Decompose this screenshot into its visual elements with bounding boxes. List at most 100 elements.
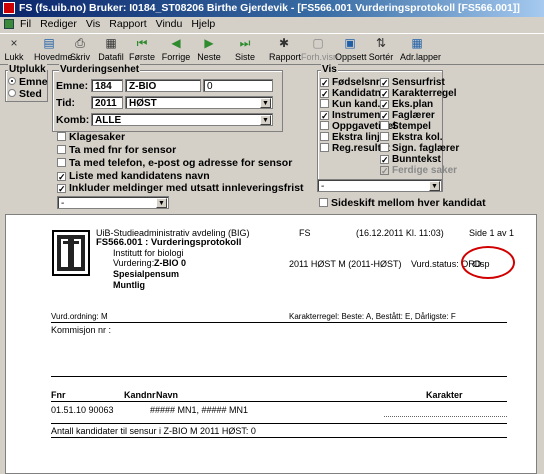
- report-icon: ✱: [278, 36, 290, 50]
- toolbar-button-save[interactable]: ▦ Datafil: [97, 36, 125, 62]
- toolbar-button-previous[interactable]: ◀ Forrige: [161, 36, 191, 62]
- report-vurdordning: Vurd.ordning: M: [51, 312, 108, 321]
- checkbox-option-2[interactable]: Ta med fnr for sensor: [57, 144, 176, 156]
- checkbox-icon: [57, 132, 66, 141]
- chevron-down-icon[interactable]: ▼: [429, 181, 440, 191]
- sort-icon: ⇅: [375, 36, 387, 50]
- toolbar-button-label: Adr.lapper: [400, 52, 442, 62]
- checkmark-icon: ✓: [320, 78, 329, 88]
- toolbar-button-label: Datafil: [98, 52, 124, 62]
- toolbar-button-label: Skriv: [70, 52, 90, 62]
- report-term-info: 2011 HØST M (2011-HØST): [289, 259, 402, 269]
- app-icon: [3, 2, 15, 14]
- checkbox-vis-col1-4[interactable]: ✓ Instrument: [320, 110, 384, 121]
- checkbox-icon: [380, 121, 389, 130]
- checkbox-vis-col2-4[interactable]: ✓ Faglærer: [380, 110, 435, 121]
- main-menu-icon: ▤: [43, 36, 55, 50]
- report-vurdering-value: Z-BIO 0: [154, 258, 187, 268]
- tid-term-select[interactable]: HØST ▼: [125, 96, 273, 109]
- checkbox-icon: [57, 145, 66, 154]
- menu-item-fil[interactable]: Fil: [20, 18, 31, 30]
- toolbar-button-label: Første: [129, 52, 155, 62]
- report-footer: Antall kandidater til sensur i Z-BIO M 2…: [51, 426, 256, 436]
- checkbox-vis-col2-7[interactable]: Sign. faglærer: [380, 143, 459, 154]
- checkmark-icon: ✓: [57, 172, 66, 182]
- menu-item-rediger[interactable]: Rediger: [40, 18, 77, 30]
- report-preview[interactable]: UiB-Studieadministrativ avdeling (BIG) F…: [5, 214, 537, 474]
- menu-item-vis[interactable]: Vis: [86, 18, 100, 30]
- toolbar-button-last[interactable]: ⏭ Siste: [232, 36, 258, 62]
- checkbox-vis-col1-6[interactable]: Ekstra linjer: [320, 132, 389, 143]
- checkbox-vis-col2-9: ✓ Ferdige saker: [380, 165, 458, 176]
- vis-select[interactable]: - ▼: [317, 179, 442, 192]
- checkbox-vis-col2-1[interactable]: ✓ Sensurfrist: [380, 77, 445, 88]
- chevron-down-icon[interactable]: ▼: [260, 115, 271, 125]
- toolbar-button-preview[interactable]: ▢ Forh.visn.: [301, 36, 341, 62]
- options-select[interactable]: - ▼: [57, 196, 169, 209]
- checkbox-vis-col2-8[interactable]: ✓ Bunntekst: [380, 154, 441, 165]
- toolbar-button-close[interactable]: × Lukk: [3, 36, 25, 62]
- checkbox-vis-col1-1[interactable]: ✓ Fødselsnr: [320, 77, 380, 88]
- checkbox-vis-col2-5[interactable]: Stempel: [380, 121, 431, 132]
- next-icon: ▶: [204, 36, 214, 50]
- checkbox-icon: [320, 132, 329, 141]
- previous-icon: ◀: [171, 36, 181, 50]
- menu-item-hjelp[interactable]: Hjelp: [191, 18, 215, 30]
- window-title: FS (fs.uib.no) Bruker: I0184_ST08206 Bir…: [19, 2, 520, 14]
- menu-item-rapport[interactable]: Rapport: [109, 18, 146, 30]
- checkbox-icon: [380, 143, 389, 152]
- tid-label: Tid:: [56, 97, 76, 109]
- checkbox-icon: [320, 99, 329, 108]
- toolbar-button-report[interactable]: ✱ Rapport: [269, 36, 302, 62]
- checkmark-icon: ✓: [380, 78, 389, 88]
- menu-bar: Fil Rediger Vis Rapport Vindu Hjelp: [0, 17, 544, 32]
- checkbox-vis-col1-2[interactable]: ✓ Kandidatnr: [320, 88, 385, 99]
- toolbar-button-address-labels[interactable]: ▦ Adr.lapper: [400, 36, 441, 62]
- checkbox-vis-col1-3[interactable]: Kun kand.: [320, 99, 380, 110]
- emne-name-field[interactable]: Z-BIO: [125, 79, 201, 92]
- separator: [51, 376, 507, 377]
- emne-number-field[interactable]: 0: [203, 79, 273, 92]
- chevron-down-icon[interactable]: ▼: [156, 198, 167, 208]
- toolbar-button-setup[interactable]: ▣ Oppsett: [335, 36, 367, 62]
- chevron-down-icon[interactable]: ▼: [260, 98, 271, 108]
- toolbar-button-printer[interactable]: ⎙ Skriv: [67, 36, 93, 62]
- separator: [51, 437, 507, 438]
- report-system: FS: [299, 228, 311, 238]
- row-fnr: 01.51.10 90063: [51, 405, 114, 415]
- komb-label: Komb:: [56, 114, 90, 126]
- toolbar-button-main-menu[interactable]: ▤ Hovedme...: [34, 36, 80, 62]
- vurderingsenhet-title: Vurderingsenhet: [59, 64, 141, 75]
- komb-select[interactable]: ALLE ▼: [91, 113, 273, 126]
- save-icon: ▦: [105, 36, 117, 50]
- checkmark-icon: ✓: [380, 155, 389, 165]
- checkbox-option-1[interactable]: Klagesaker: [57, 131, 125, 143]
- menu-item-vindu[interactable]: Vindu: [156, 18, 183, 30]
- checkbox-icon: [320, 121, 329, 130]
- checkbox-vis-col2-2[interactable]: ✓ Karakterregel: [380, 88, 456, 99]
- checkmark-icon: ✓: [380, 89, 389, 99]
- checkmark-icon: ✓: [57, 184, 66, 194]
- emne-code-field[interactable]: 184: [91, 79, 123, 92]
- toolbar-button-label: Rapport: [269, 52, 302, 62]
- toolbar-button-label: Sortér: [368, 52, 394, 62]
- report-karakterregel: Karakterregel: Beste: A, Bestått: E, Dår…: [289, 312, 456, 321]
- checkbox-option-3[interactable]: Ta med telefon, e-post og adresse for se…: [57, 157, 292, 169]
- toolbar-button-next[interactable]: ▶ Neste: [196, 36, 222, 62]
- report-pensum: Spesialpensum: [113, 269, 180, 279]
- toolbar-button-label: Oppsett: [335, 52, 367, 62]
- toolbar-button-sort[interactable]: ⇅ Sortér: [366, 36, 396, 62]
- separator: [51, 401, 507, 402]
- checkbox-vis-col2-3[interactable]: ✓ Eks.plan: [380, 99, 433, 110]
- checkbox-option-4[interactable]: ✓ Liste med kandidatens navn: [57, 170, 210, 182]
- preview-icon: ▢: [312, 36, 324, 50]
- toolbar-button-first[interactable]: ⏮ Første: [129, 36, 155, 62]
- tid-year-field[interactable]: 2011: [91, 96, 123, 109]
- radio-sted[interactable]: Sted: [8, 88, 42, 100]
- checkbox-sideskift[interactable]: Sideskift mellom hver kandidat: [319, 197, 486, 209]
- checkmark-icon: ✓: [380, 100, 389, 110]
- radio-emne[interactable]: Emne: [8, 76, 48, 88]
- checkmark-icon: ✓: [380, 166, 389, 176]
- checkbox-vis-col2-6[interactable]: Ekstra kol.: [380, 132, 443, 143]
- checkbox-option-5[interactable]: ✓ Inkluder meldinger med utsatt innleveri…: [57, 182, 304, 194]
